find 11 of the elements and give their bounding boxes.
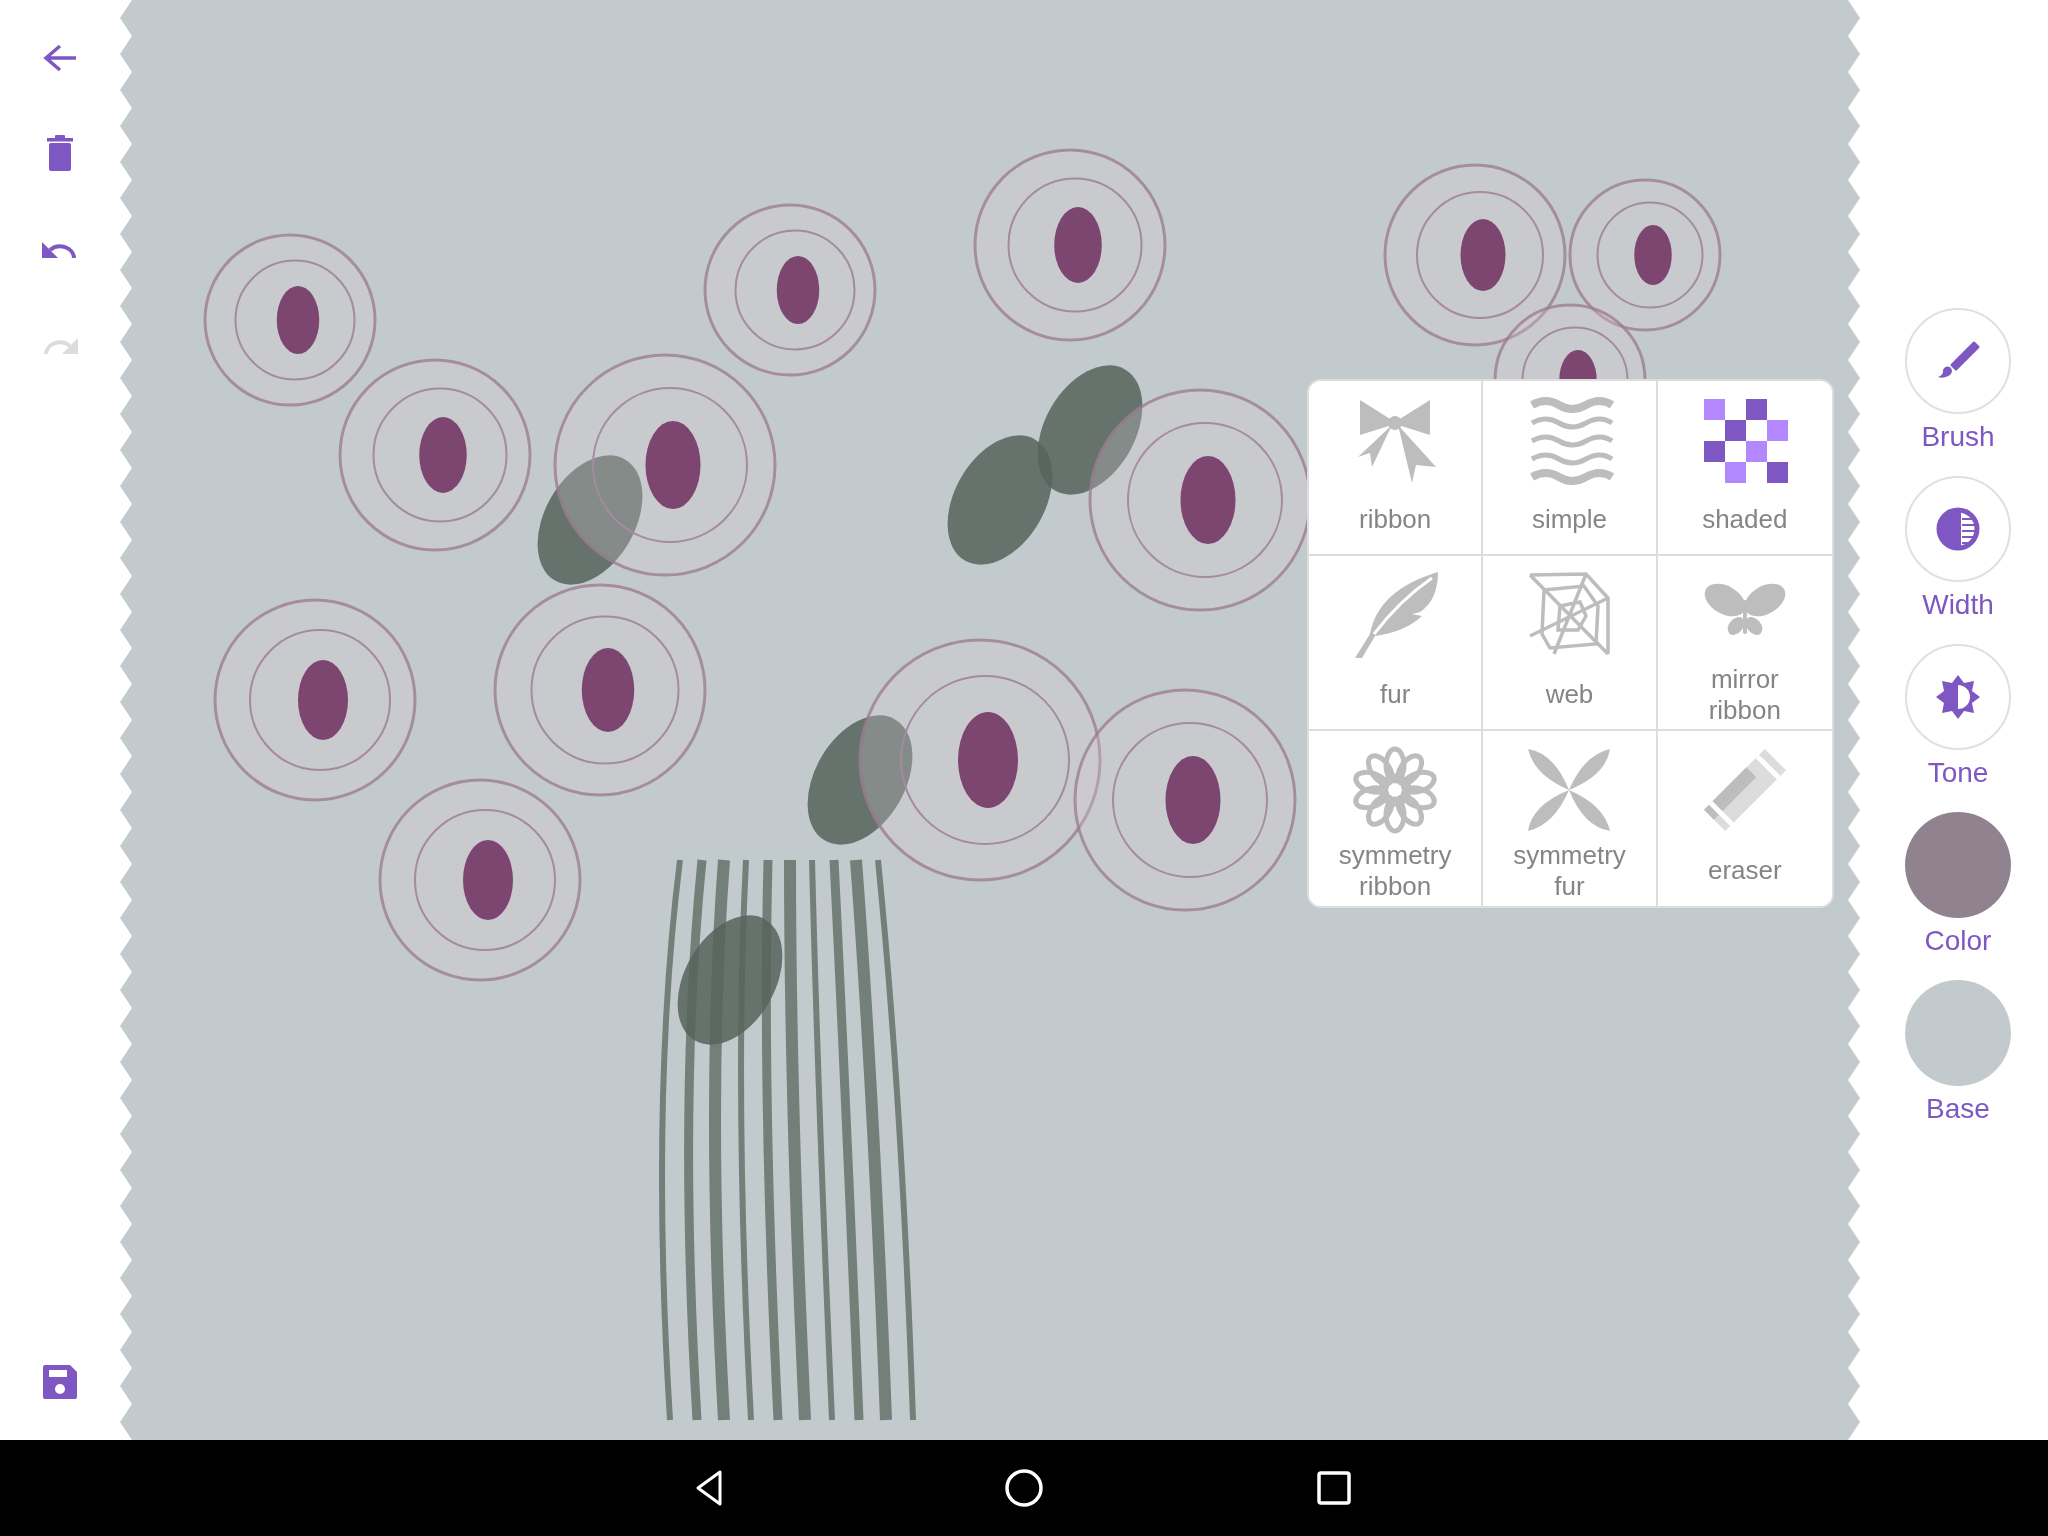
tool-label: Tone	[1927, 756, 1989, 790]
tool-label: Brush	[1921, 420, 1995, 454]
brush-option[interactable]: ribbon	[1309, 381, 1484, 556]
brush-option[interactable]: web	[1483, 556, 1658, 731]
brush-option[interactable]: shaded	[1657, 381, 1832, 556]
brush-option[interactable]: simple	[1483, 381, 1658, 556]
tool-label: Width	[1922, 588, 1994, 622]
brush-option[interactable]: fur	[1309, 556, 1484, 731]
tool-label: Base	[1926, 1092, 1990, 1126]
brush-option[interactable]: symmetry ribbon	[1309, 731, 1484, 906]
tool-label: Color	[1924, 924, 1992, 958]
